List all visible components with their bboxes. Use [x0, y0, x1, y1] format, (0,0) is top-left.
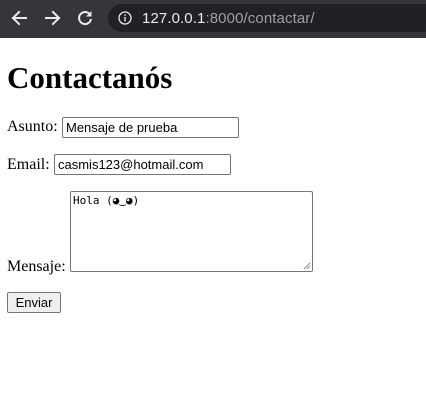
email-input[interactable] — [54, 154, 231, 175]
mensaje-textarea[interactable]: Hola (◕‿◕) — [70, 191, 313, 272]
page-title: Contactanós — [7, 60, 173, 95]
submit-button[interactable]: Enviar — [7, 292, 61, 313]
reload-button[interactable] — [72, 5, 98, 31]
browser-toolbar: 127.0.0.1:8000/contactar/ — [0, 0, 426, 38]
url-host: 127.0.0.1 — [142, 9, 206, 27]
email-label: Email: — [7, 156, 50, 173]
asunto-label: Asunto: — [7, 118, 58, 135]
info-icon[interactable] — [118, 11, 132, 25]
reload-icon — [78, 11, 92, 26]
url-text[interactable]: 127.0.0.1:8000/contactar/ — [142, 10, 315, 27]
back-arrow-icon — [11, 10, 27, 26]
asunto-input[interactable] — [62, 117, 239, 138]
forward-arrow-icon — [45, 10, 61, 26]
address-bar[interactable]: 127.0.0.1:8000/contactar/ — [108, 4, 426, 32]
resize-grip-icon[interactable] — [303, 262, 311, 270]
back-button[interactable] — [6, 5, 32, 31]
page-content: Contactanós Asunto: Email: Mensaje: Hola… — [0, 38, 426, 416]
mensaje-label: Mensaje: — [7, 258, 66, 275]
forward-button[interactable] — [40, 5, 66, 31]
url-path: :8000/contactar/ — [205, 9, 315, 27]
